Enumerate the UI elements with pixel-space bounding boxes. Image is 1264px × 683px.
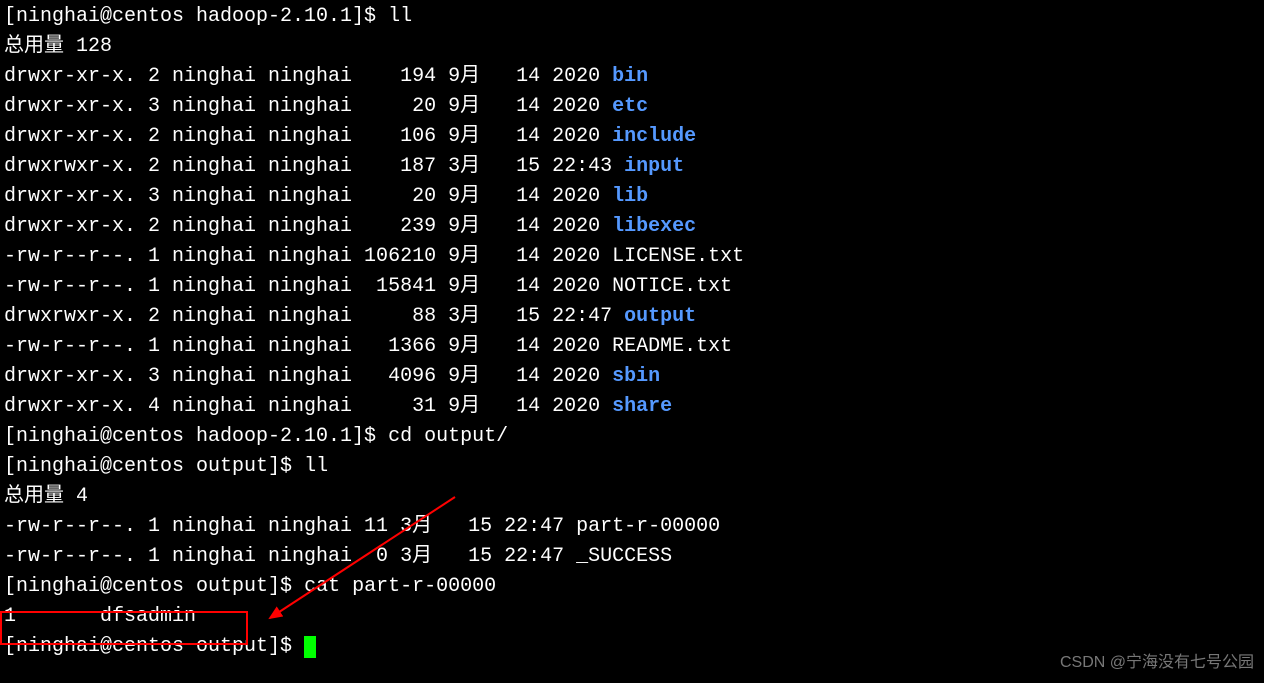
command-text: ll xyxy=(388,5,412,28)
total-line: 总用量 128 xyxy=(4,32,1260,62)
directory-name: bin xyxy=(612,65,648,88)
listing-row: drwxr-xr-x. 2 ninghai ninghai 239 9月 14 … xyxy=(4,212,1260,242)
file-name: README.txt xyxy=(612,335,732,358)
listing-row: drwxr-xr-x. 3 ninghai ninghai 20 9月 14 2… xyxy=(4,182,1260,212)
prompt-text: [ninghai@centos output]$ xyxy=(4,635,304,658)
prompt-text: [ninghai@centos output]$ xyxy=(4,455,304,478)
directory-name: share xyxy=(612,395,672,418)
directory-name: include xyxy=(612,125,696,148)
listing-row: -rw-r--r--. 1 ninghai ninghai 15841 9月 1… xyxy=(4,272,1260,302)
prompt-text: [ninghai@centos output]$ xyxy=(4,575,304,598)
directory-name: sbin xyxy=(612,365,660,388)
command-text: cd output/ xyxy=(388,425,508,448)
listing-row: drwxrwxr-x. 2 ninghai ninghai 187 3月 15 … xyxy=(4,152,1260,182)
listing-row: -rw-r--r--. 1 ninghai ninghai 1366 9月 14… xyxy=(4,332,1260,362)
prompt-line: [ninghai@centos output]$ cat part-r-0000… xyxy=(4,572,1260,602)
terminal-output[interactable]: [ninghai@centos hadoop-2.10.1]$ ll总用量 12… xyxy=(4,2,1260,662)
watermark: CSDN @宁海没有七号公园 xyxy=(1060,651,1254,675)
listing-row: -rw-r--r--. 1 ninghai ninghai 0 3月 15 22… xyxy=(4,542,1260,572)
command-text: ll xyxy=(304,455,328,478)
listing-row: -rw-r--r--. 1 ninghai ninghai 11 3月 15 2… xyxy=(4,512,1260,542)
prompt-text: [ninghai@centos hadoop-2.10.1]$ xyxy=(4,5,388,28)
file-name: _SUCCESS xyxy=(576,545,672,568)
listing-row: drwxr-xr-x. 2 ninghai ninghai 194 9月 14 … xyxy=(4,62,1260,92)
directory-name: output xyxy=(624,305,696,328)
file-name: NOTICE.txt xyxy=(612,275,732,298)
file-name: LICENSE.txt xyxy=(612,245,744,268)
cursor xyxy=(304,636,316,658)
listing-row: drwxr-xr-x. 3 ninghai ninghai 4096 9月 14… xyxy=(4,362,1260,392)
prompt-line: [ninghai@centos hadoop-2.10.1]$ cd outpu… xyxy=(4,422,1260,452)
command-text: cat part-r-00000 xyxy=(304,575,496,598)
directory-name: etc xyxy=(612,95,648,118)
listing-row: drwxr-xr-x. 2 ninghai ninghai 106 9月 14 … xyxy=(4,122,1260,152)
cat-output: 1 dfsadmin xyxy=(4,602,1260,632)
listing-row: drwxr-xr-x. 3 ninghai ninghai 20 9月 14 2… xyxy=(4,92,1260,122)
listing-row: drwxrwxr-x. 2 ninghai ninghai 88 3月 15 2… xyxy=(4,302,1260,332)
directory-name: input xyxy=(624,155,684,178)
directory-name: libexec xyxy=(612,215,696,238)
total-line: 总用量 4 xyxy=(4,482,1260,512)
prompt-line: [ninghai@centos output]$ ll xyxy=(4,452,1260,482)
prompt-text: [ninghai@centos hadoop-2.10.1]$ xyxy=(4,425,388,448)
directory-name: lib xyxy=(612,185,648,208)
listing-row: -rw-r--r--. 1 ninghai ninghai 106210 9月 … xyxy=(4,242,1260,272)
file-name: part-r-00000 xyxy=(576,515,720,538)
listing-row: drwxr-xr-x. 4 ninghai ninghai 31 9月 14 2… xyxy=(4,392,1260,422)
prompt-line: [ninghai@centos hadoop-2.10.1]$ ll xyxy=(4,2,1260,32)
